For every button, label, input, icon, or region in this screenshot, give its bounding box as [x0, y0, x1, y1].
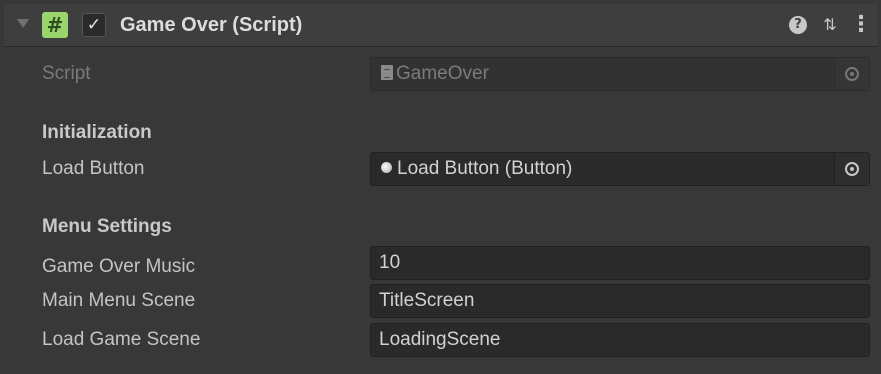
load-button-field[interactable]: Load Button (Button)	[370, 152, 870, 186]
script-field-value: GameOver	[396, 63, 489, 84]
game-over-music-input[interactable]: 10	[370, 246, 870, 280]
menu-settings-header: Menu Settings	[42, 216, 172, 237]
context-menu-icon[interactable]: ⋮	[850, 13, 872, 37]
button-object-icon	[381, 161, 392, 173]
main-menu-scene-input[interactable]: TitleScreen	[370, 284, 870, 318]
load-button-value: Load Button (Button)	[397, 158, 573, 179]
object-picker-icon	[845, 162, 859, 176]
component-header[interactable]: # ✓ Game Over (Script) ? ⇅ ⋮	[4, 4, 878, 47]
component-title: Game Over (Script)	[120, 14, 303, 36]
enabled-checkbox[interactable]: ✓	[82, 13, 106, 37]
game-over-music-value: 10	[379, 252, 401, 273]
csharp-script-icon: #	[42, 12, 68, 38]
script-picker-button	[834, 58, 869, 90]
load-game-scene-value: LoadingScene	[379, 329, 501, 350]
game-over-music-label: Game Over Music	[42, 256, 196, 277]
main-menu-scene-value: TitleScreen	[379, 290, 475, 311]
script-file-icon	[381, 64, 393, 80]
game-over-component: # ✓ Game Over (Script) ? ⇅ ⋮ Script Game…	[4, 4, 878, 370]
script-field: GameOver	[370, 57, 870, 91]
load-button-picker-button[interactable]	[834, 153, 869, 185]
initialization-header: Initialization	[42, 122, 152, 143]
presets-icon[interactable]: ⇅	[818, 13, 842, 37]
load-game-scene-input[interactable]: LoadingScene	[370, 323, 870, 357]
script-label: Script	[42, 63, 91, 84]
load-button-label: Load Button	[42, 158, 145, 179]
object-picker-icon	[845, 67, 859, 81]
load-game-scene-label: Load Game Scene	[42, 329, 201, 350]
foldout-arrow-icon[interactable]	[17, 19, 29, 28]
help-icon[interactable]: ?	[789, 16, 807, 34]
main-menu-scene-label: Main Menu Scene	[42, 290, 196, 311]
